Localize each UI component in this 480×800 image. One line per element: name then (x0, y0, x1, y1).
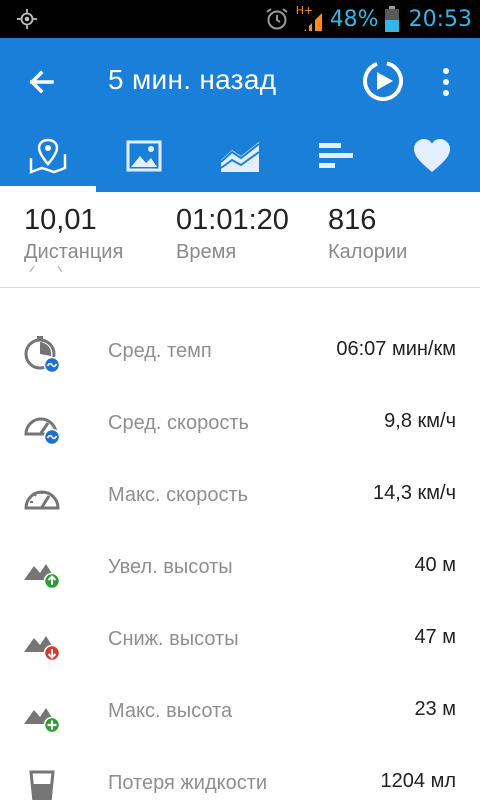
heart-icon (414, 139, 450, 172)
stat-value: 47 м (414, 626, 456, 648)
gps-icon (16, 8, 38, 30)
stat-row-max-speed: Макс. скорость 14,3 км/ч (0, 458, 480, 530)
stat-label: Увел. высоты (108, 556, 233, 578)
bars-icon (319, 143, 353, 168)
stat-row-water-loss: Потеря жидкости 1204 мл (0, 746, 480, 800)
photo-icon (126, 140, 162, 172)
stat-value: 06:07 мин/км (336, 338, 456, 360)
stat-value: 1204 мл (380, 770, 456, 792)
tab-map[interactable] (0, 130, 96, 192)
page-title: 5 мин. назад (108, 64, 277, 95)
battery-percent: 48% (329, 6, 379, 32)
expand-handle-icon[interactable] (26, 264, 66, 274)
time-value: 01:01:20 (176, 204, 289, 236)
status-bar: H+ 48% 20:53 (0, 0, 480, 38)
avg-speed-icon (24, 417, 61, 446)
descent-icon (24, 636, 61, 662)
stat-label: Макс. скорость (108, 484, 249, 506)
calories-value: 816 (328, 204, 377, 236)
distance-value: 10,01 (24, 204, 97, 236)
summary-time: 01:01:20 Время (176, 204, 289, 264)
distance-label: Дистанция (24, 241, 124, 263)
stat-value: 23 м (414, 698, 456, 720)
water-icon (29, 770, 55, 800)
battery-icon (384, 6, 399, 32)
stat-label: Сред. темп (108, 340, 212, 362)
stat-row-avg-pace: Сред. темп 06:07 мин/км (0, 314, 480, 386)
summary-calories: 816 Калории (328, 204, 407, 264)
stat-value: 40 м (414, 554, 456, 576)
summary-panel: 10,01 Дистанция 01:01:20 Время 816 Калор… (0, 192, 480, 288)
replay-video-icon[interactable] (362, 60, 404, 102)
ascent-icon (24, 564, 61, 590)
stat-row-descent: Сниж. высоты 47 м (0, 602, 480, 674)
stat-row-max-altitude: Макс. высота 23 м (0, 674, 480, 746)
stat-row-ascent: Увел. высоты 40 м (0, 530, 480, 602)
alarm-icon (266, 8, 288, 30)
pace-icon (24, 336, 61, 374)
back-arrow-icon[interactable] (22, 62, 62, 102)
app-bar: 5 мин. назад (0, 38, 480, 192)
stat-label: Сред. скорость (108, 412, 249, 434)
tab-splits[interactable] (288, 130, 384, 192)
chart-icon (220, 142, 260, 172)
signal-icon: H+ (296, 4, 324, 33)
stat-label: Потеря жидкости (108, 772, 268, 794)
tab-chart[interactable] (192, 130, 288, 192)
tab-bar (0, 130, 480, 192)
stat-label: Макс. высота (108, 700, 233, 722)
stat-value: 9,8 км/ч (384, 410, 456, 432)
max-speed-icon (24, 490, 60, 510)
max-altitude-icon (24, 708, 61, 734)
calories-label: Калории (328, 241, 408, 263)
clock: 20:53 (408, 6, 472, 32)
stat-row-avg-speed: Сред. скорость 9,8 км/ч (0, 386, 480, 458)
tab-heart-rate[interactable] (384, 130, 480, 192)
stat-value: 14,3 км/ч (373, 482, 456, 504)
map-icon (29, 138, 67, 174)
time-label: Время (176, 241, 237, 263)
overflow-menu-icon[interactable] (432, 64, 460, 100)
tab-photos[interactable] (96, 130, 192, 192)
summary-distance: 10,01 Дистанция (24, 204, 123, 264)
stat-label: Сниж. высоты (108, 628, 239, 650)
